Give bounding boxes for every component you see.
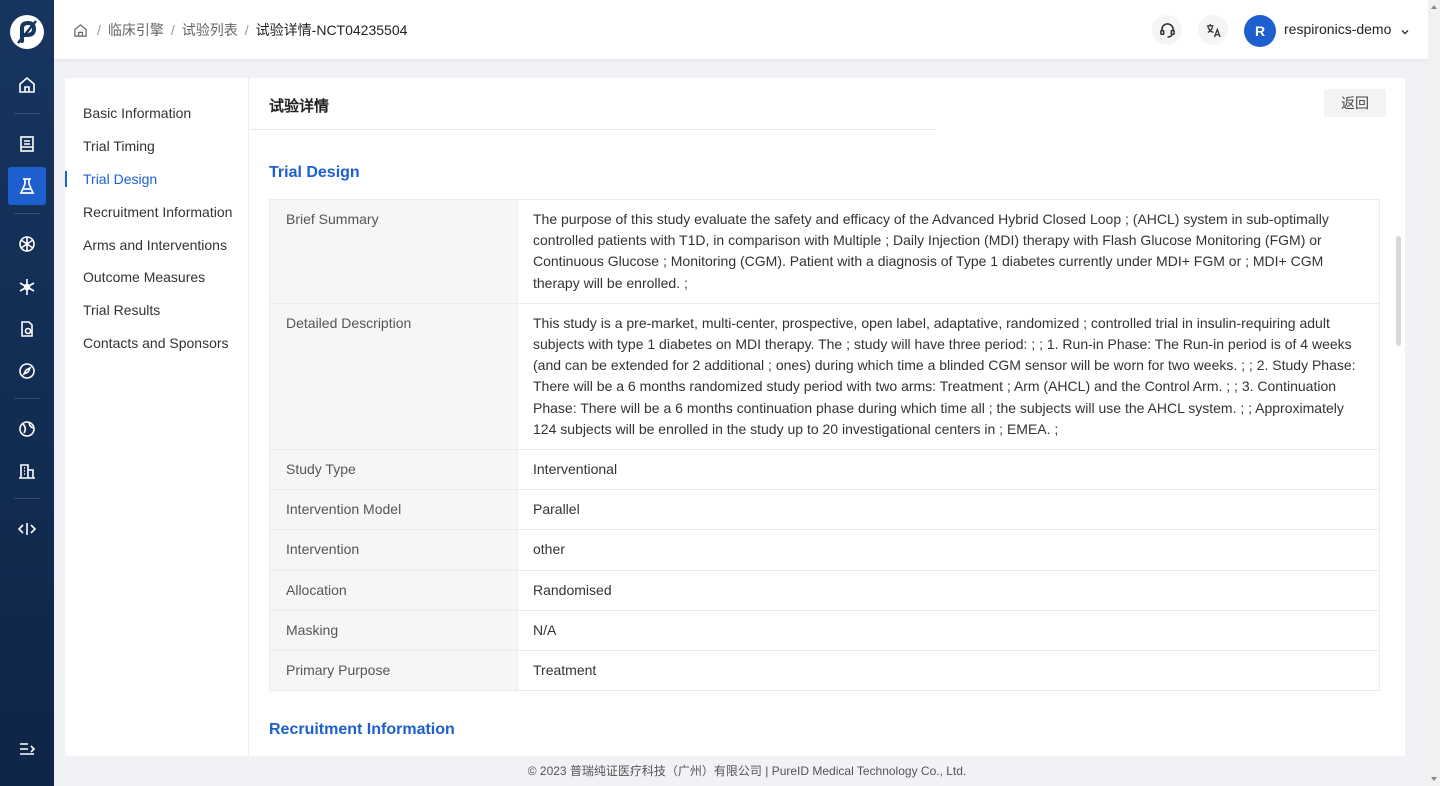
compass-icon[interactable] — [8, 352, 46, 390]
building-icon[interactable] — [8, 452, 46, 490]
row-label: Brief Summary — [269, 199, 518, 304]
table-row: Masking N/A — [269, 609, 1380, 652]
breadcrumb-item-trial-list[interactable]: 试验列表 — [182, 20, 238, 40]
section-title-trial-design: Trial Design — [269, 164, 360, 181]
page-title: 试验详情 — [269, 98, 330, 115]
row-label: Allocation — [269, 569, 518, 611]
translate-icon[interactable] — [1198, 15, 1228, 45]
row-label: Intervention Model — [269, 489, 518, 531]
row-value: N/A — [517, 609, 1380, 652]
nav-trial-timing[interactable]: Trial Timing — [83, 138, 155, 154]
support-icon[interactable] — [1152, 15, 1182, 45]
section-title-recruitment: Recruitment Information — [269, 721, 455, 738]
row-value: This study is a pre-market, multi-center… — [517, 302, 1380, 451]
breadcrumb: / 临床引擎 / 试验列表 / 试验详情-NCT04235504 — [73, 20, 407, 40]
row-label: Detailed Description — [269, 302, 518, 451]
section-nav: Basic Information Trial Timing Trial Des… — [65, 78, 249, 756]
trial-design-table: Brief Summary The purpose of this study e… — [269, 199, 1380, 692]
row-label: Study Type — [269, 449, 518, 491]
window-scrollbar[interactable] — [1428, 0, 1440, 786]
row-value: other — [517, 529, 1380, 571]
scroll-down-icon[interactable] — [1431, 777, 1437, 781]
nav-trial-results[interactable]: Trial Results — [83, 302, 160, 318]
nav-contacts-and-sponsors[interactable]: Contacts and Sponsors — [83, 335, 229, 351]
icon-rail — [0, 0, 54, 786]
cube-icon[interactable] — [8, 225, 46, 263]
row-label: Primary Purpose — [269, 650, 518, 692]
table-row: Allocation Randomised — [269, 569, 1380, 611]
content-panel: 试验详情 返回 Trial Design Brief Summary The pu… — [250, 78, 1405, 756]
code-icon[interactable] — [8, 510, 46, 548]
row-value: Randomised — [517, 569, 1380, 611]
nav-basic-information[interactable]: Basic Information — [83, 105, 191, 121]
nav-trial-design[interactable]: Trial Design — [83, 171, 157, 187]
row-value: Treatment — [517, 650, 1380, 692]
menu-expand-icon[interactable] — [8, 730, 46, 768]
nav-recruitment-information[interactable]: Recruitment Information — [83, 204, 232, 220]
table-row: Intervention Model Parallel — [269, 489, 1380, 531]
main-card: Basic Information Trial Timing Trial Des… — [65, 78, 1405, 756]
scroll-up-icon[interactable] — [1431, 5, 1437, 9]
globe-icon[interactable] — [8, 410, 46, 448]
flask-icon[interactable] — [8, 167, 46, 205]
content-scrollbar[interactable] — [1396, 236, 1401, 346]
avatar[interactable]: R — [1244, 15, 1276, 47]
nav-outcome-measures[interactable]: Outcome Measures — [83, 269, 205, 285]
home-icon[interactable] — [73, 23, 88, 38]
breadcrumb-item-current: 试验详情-NCT04235504 — [255, 22, 408, 38]
document-icon[interactable] — [8, 125, 46, 163]
row-value: Parallel — [517, 489, 1380, 531]
row-label: Intervention — [269, 529, 518, 571]
table-row: Brief Summary The purpose of this study e… — [269, 199, 1380, 304]
breadcrumb-item-clinical-engine[interactable]: 临床引擎 — [108, 20, 164, 40]
table-row: Primary Purpose Treatment — [269, 650, 1380, 692]
table-row: Study Type Interventional — [269, 449, 1380, 491]
active-indicator — [65, 171, 67, 187]
home-icon[interactable] — [8, 66, 46, 104]
username[interactable]: respironics-demo — [1284, 21, 1391, 37]
table-row: Detailed Description This study is a pre-… — [269, 302, 1380, 451]
table-row: Intervention other — [269, 529, 1380, 571]
row-value: The purpose of this study evaluate the s… — [517, 199, 1380, 304]
back-button[interactable]: 返回 — [1324, 89, 1386, 117]
row-value: Interventional — [517, 449, 1380, 491]
top-header: / 临床引擎 / 试验列表 / 试验详情-NCT04235504 R respi… — [54, 0, 1440, 59]
footer-copyright: © 2023 普瑞纯证医疗科技（广州）有限公司 | PureID Medical… — [527, 764, 967, 778]
snowflake-icon[interactable] — [8, 268, 46, 306]
chevron-down-icon[interactable] — [1400, 24, 1410, 42]
nav-arms-and-interventions[interactable]: Arms and Interventions — [83, 237, 227, 253]
divider — [250, 129, 936, 130]
row-label: Masking — [269, 609, 518, 652]
logo-icon[interactable] — [9, 14, 45, 50]
file-check-icon[interactable] — [8, 310, 46, 348]
